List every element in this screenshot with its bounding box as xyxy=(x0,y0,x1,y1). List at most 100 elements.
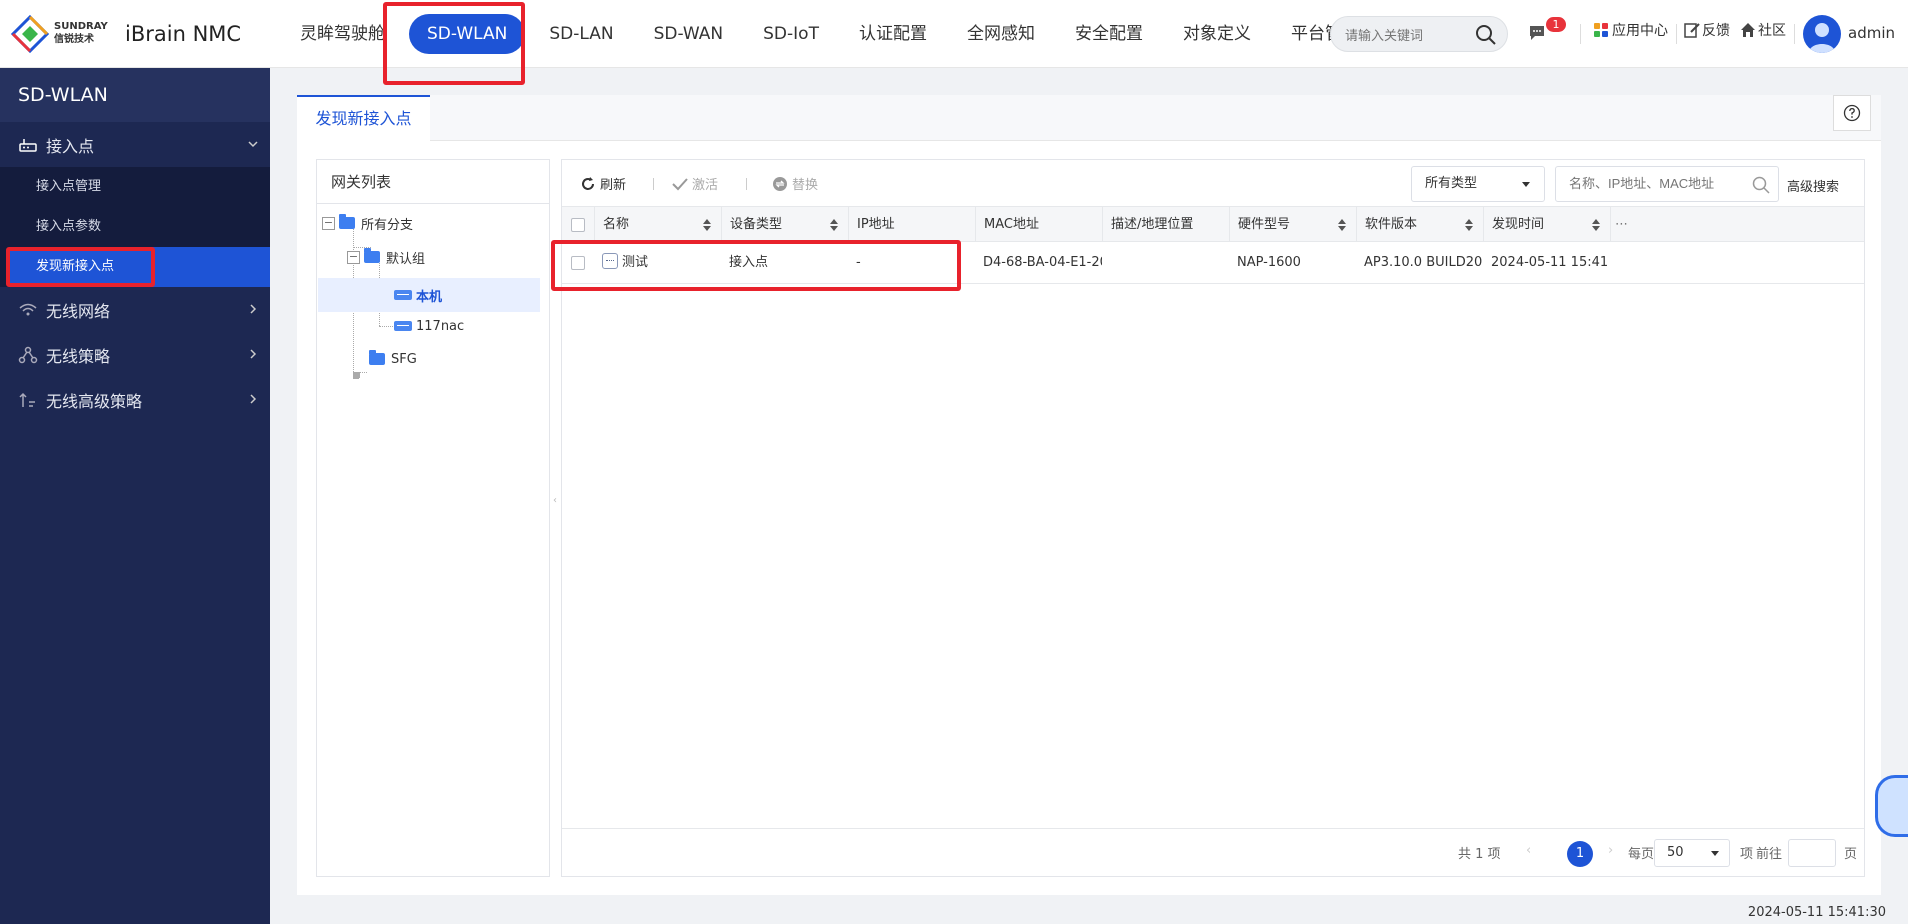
sidebar-item-ap-parameters[interactable]: 接入点参数 xyxy=(0,207,270,247)
avatar[interactable] xyxy=(1803,15,1841,53)
community-link[interactable]: 社区 xyxy=(1740,20,1786,40)
brand-en: SUNDRAY xyxy=(54,21,108,32)
sidebar-group-advanced-policy[interactable]: 无线高级策略 xyxy=(0,377,270,422)
nav-security-config[interactable]: 安全配置 xyxy=(1055,14,1163,54)
column-header-description[interactable]: 描述/地理位置 xyxy=(1102,207,1229,242)
tree-node-label: 117nac xyxy=(416,318,465,334)
column-header-hardware[interactable]: 硬件型号 xyxy=(1229,207,1356,242)
nav-sd-wlan[interactable]: SD-WLAN xyxy=(409,14,526,54)
activate-button[interactable]: 激活 xyxy=(672,174,718,193)
nav-sd-wan[interactable]: SD-WAN xyxy=(634,14,744,54)
sidebar-group-wireless-policy[interactable]: 无线策略 xyxy=(0,332,270,377)
divider xyxy=(1676,24,1677,44)
sidebar-item-discover-new-ap[interactable]: 发现新接入点 xyxy=(10,247,270,287)
column-header-software[interactable]: 软件版本 xyxy=(1356,207,1483,242)
tree-node-label: SFG xyxy=(391,351,417,367)
tree-node-local[interactable]: 本机 xyxy=(318,278,540,312)
sidebar-group-label: 无线策略 xyxy=(46,346,111,366)
ap-search-input[interactable] xyxy=(1569,176,1749,191)
column-label: IP地址 xyxy=(857,217,895,232)
column-header-mac[interactable]: MAC地址 xyxy=(975,207,1102,242)
sort-icon[interactable] xyxy=(1592,219,1600,231)
global-search xyxy=(1330,16,1508,52)
device-type-select[interactable]: 所有类型 xyxy=(1411,166,1545,202)
refresh-icon xyxy=(582,176,594,190)
folder-icon xyxy=(369,350,385,365)
nav-object-definition[interactable]: 对象定义 xyxy=(1163,14,1271,54)
per-page-label: 每页 xyxy=(1628,847,1655,862)
refresh-button[interactable]: 刷新 xyxy=(580,174,626,193)
app-center-link[interactable]: 应用中心 xyxy=(1593,20,1668,40)
sidebar-group-label: 接入点 xyxy=(46,136,95,156)
cell-name: 测试 xyxy=(594,242,721,283)
column-header-ip[interactable]: IP地址 xyxy=(848,207,975,242)
chevron-down-icon xyxy=(248,141,258,148)
column-label: 名称 xyxy=(603,217,630,232)
pagination: 共 1 项 ‹ 1 › 每页 50 项 前往 页 xyxy=(562,828,1864,876)
tab-discover-new-ap[interactable]: 发现新接入点 xyxy=(297,95,430,141)
status-timestamp: 2024-05-11 15:41:30 xyxy=(1747,905,1886,920)
total-count: 共 1 项 xyxy=(1458,847,1501,862)
app-center-label: 应用中心 xyxy=(1612,23,1668,39)
help-button[interactable] xyxy=(1833,95,1871,131)
column-label: 发现时间 xyxy=(1492,217,1545,232)
nav-sd-iot[interactable]: SD-IoT xyxy=(743,14,839,54)
nav-cockpit[interactable]: 灵眸驾驶舱 xyxy=(280,14,405,54)
tab-strip: 发现新接入点 xyxy=(297,95,1881,141)
table-header: 名称 设备类型 IP地址 MAC地址 描述/地理位置 硬件型号 软件版本 发现时… xyxy=(562,206,1864,242)
tree-node-all-branches[interactable]: − 所有分支 xyxy=(322,212,413,234)
sort-icon[interactable] xyxy=(1465,219,1473,231)
app-name: iBrain NMC xyxy=(125,22,242,46)
search-icon[interactable] xyxy=(1752,176,1770,194)
sundray-logo-icon xyxy=(10,14,50,54)
nav-network-awareness[interactable]: 全网感知 xyxy=(947,14,1055,54)
search-icon[interactable] xyxy=(1475,24,1497,46)
prev-page-button[interactable]: ‹ xyxy=(1526,843,1531,858)
username[interactable]: admin xyxy=(1848,24,1895,42)
column-label: 硬件型号 xyxy=(1238,217,1291,232)
per-page-select[interactable]: 50 xyxy=(1654,839,1730,867)
sort-icon[interactable] xyxy=(830,219,838,231)
panel-resize-handle[interactable]: ‹ xyxy=(553,495,557,507)
tree-node-117nac[interactable]: 117nac xyxy=(394,315,464,337)
sort-icon[interactable] xyxy=(703,219,711,231)
tree-node-default-group[interactable]: − 默认组 xyxy=(347,246,425,268)
nav-sd-lan[interactable]: SD-LAN xyxy=(529,14,633,54)
tree-node-sfg[interactable]: SFG xyxy=(369,348,417,370)
column-header-name[interactable]: 名称 xyxy=(594,207,721,242)
sidebar-item-ap-management[interactable]: 接入点管理 xyxy=(0,167,270,207)
sidebar-group-access-point[interactable]: 接入点 xyxy=(0,122,270,167)
chevron-right-icon xyxy=(250,349,257,359)
assistant-robot-icon[interactable] xyxy=(1875,775,1908,837)
gateway-list-title: 网关列表 xyxy=(317,160,549,204)
sidebar-group-label: 无线高级策略 xyxy=(46,391,143,411)
nav-auth-config[interactable]: 认证配置 xyxy=(839,14,947,54)
app-grid-icon xyxy=(1594,23,1608,37)
tree-node-label: 本机 xyxy=(416,289,443,305)
column-options-button[interactable]: ⋯ xyxy=(1610,207,1632,242)
next-page-button[interactable]: › xyxy=(1608,843,1613,858)
collapse-toggle-icon[interactable]: − xyxy=(322,216,335,230)
page-number-current[interactable]: 1 xyxy=(1567,841,1593,867)
global-search-input[interactable] xyxy=(1345,25,1475,45)
activate-label: 激活 xyxy=(692,178,719,193)
goto-page-input[interactable] xyxy=(1788,839,1836,867)
router-icon xyxy=(19,138,37,152)
replace-button[interactable]: 替换 xyxy=(772,174,818,193)
select-all-checkbox[interactable] xyxy=(571,217,585,232)
column-header-discovery-time[interactable]: 发现时间 xyxy=(1483,207,1610,242)
wifi-icon xyxy=(19,303,37,315)
device-type-value: 所有类型 xyxy=(1425,176,1478,191)
advanced-search-link[interactable]: 高级搜索 xyxy=(1787,176,1839,195)
column-label: 软件版本 xyxy=(1365,217,1418,232)
feedback-link[interactable]: 反馈 xyxy=(1684,20,1730,40)
table-row[interactable]: 测试 接入点 - D4-68-BA-04-E1-20 NAP-1600 AP3.… xyxy=(562,242,1864,284)
sidebar-group-wireless-network[interactable]: 无线网络 xyxy=(0,287,270,332)
row-checkbox[interactable] xyxy=(571,255,585,270)
message-icon[interactable] xyxy=(1528,25,1546,41)
collapse-toggle-icon[interactable]: − xyxy=(347,250,360,264)
sort-icon[interactable] xyxy=(1338,219,1346,231)
feedback-label: 反馈 xyxy=(1702,23,1730,39)
column-header-device-type[interactable]: 设备类型 xyxy=(721,207,848,242)
ap-device-icon xyxy=(602,253,618,269)
